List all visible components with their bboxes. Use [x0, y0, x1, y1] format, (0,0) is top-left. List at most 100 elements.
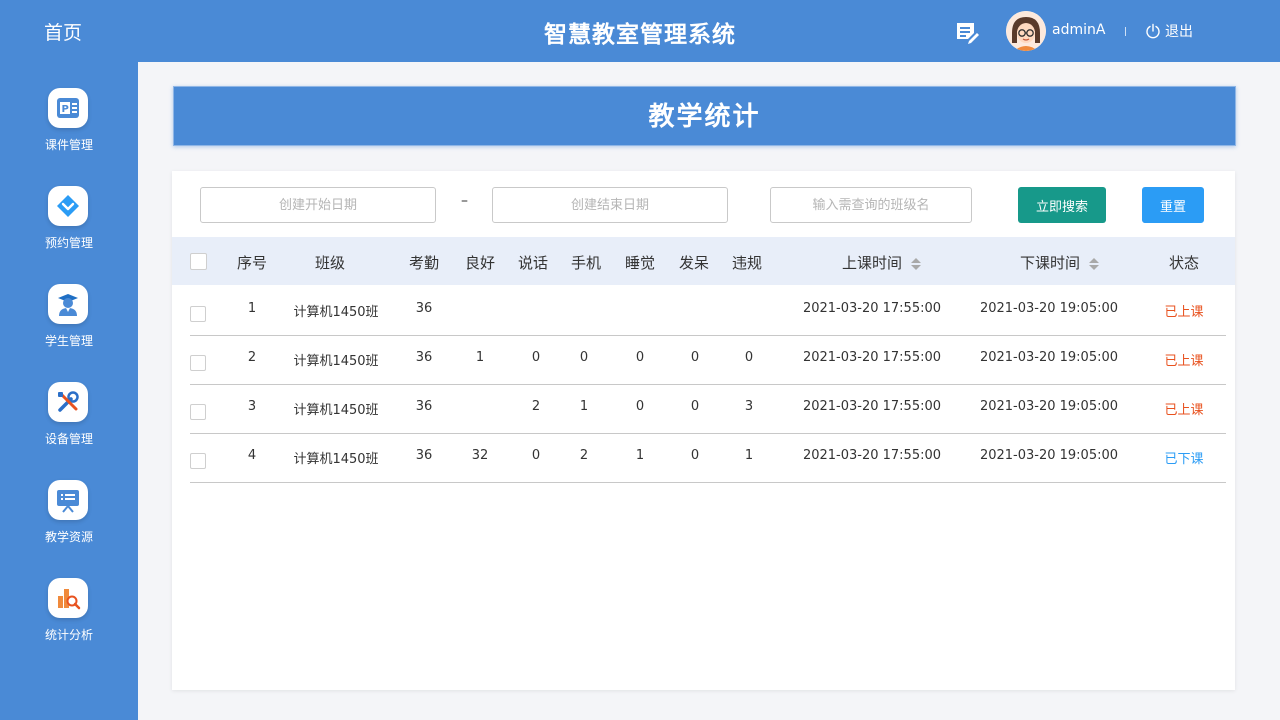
header-talking: 说话: [517, 254, 548, 272]
row-checkbox[interactable]: [190, 306, 206, 322]
sidebar: P 课件管理 预约管理 学生管理 设备管理 教学资源 统计分析: [0, 62, 138, 720]
table-row: 3 计算机1450班 36 2 1 0 0 3 2021-03-20 17:55:00 2021-…: [190, 385, 1226, 434]
cell-status: 已上课: [1164, 305, 1204, 320]
reservation-icon: [48, 186, 88, 226]
sort-icon[interactable]: [1088, 256, 1100, 272]
sidebar-item-courseware[interactable]: P 课件管理: [0, 88, 138, 166]
table-row: 4 计算机1450班 36 32 0 2 1 0 1 2021-03-20 17:55:00 202…: [190, 434, 1226, 483]
cell-start-time: 2021-03-20 17:55:00: [802, 301, 942, 316]
date-separator: –: [461, 193, 468, 209]
class-search-input[interactable]: [770, 187, 972, 223]
cell-start-time: 2021-03-20 17:55:00: [802, 448, 942, 463]
cell-class: 计算机1450班: [293, 452, 379, 467]
cell-talking: 0: [531, 448, 541, 463]
cell-attendance: 36: [415, 301, 433, 316]
top-bar: 首页 智慧教室管理系统 adminA 退出: [0, 0, 1280, 62]
reset-button[interactable]: 重置: [1142, 187, 1204, 223]
header-start-time: 上课时间: [812, 252, 952, 273]
header-phone: 手机: [570, 254, 601, 272]
sidebar-item-label: 课件管理: [44, 138, 93, 152]
table-row: 2 计算机1450班 36 1 0 0 0 0 0 2021-03-20 17:55:00 2021…: [190, 336, 1226, 385]
sidebar-item-label: 设备管理: [44, 432, 93, 446]
cell-end-time: 2021-03-20 19:05:00: [979, 350, 1119, 365]
row-checkbox[interactable]: [190, 404, 206, 420]
end-date-input[interactable]: [492, 187, 728, 223]
header-index: 序号: [236, 254, 267, 272]
cell-phone: 1: [579, 399, 589, 414]
cell-violation: 1: [744, 448, 754, 463]
sidebar-item-label: 预约管理: [44, 236, 93, 250]
cell-sleeping: 0: [635, 399, 645, 414]
header-end-time-label: 下课时间: [1019, 254, 1080, 272]
page-title: 教学统计: [173, 86, 1236, 146]
header-violation: 违规: [731, 254, 762, 272]
user-avatar-icon: [1006, 11, 1046, 51]
header-sleeping: 睡觉: [624, 254, 655, 272]
cell-attendance: 36: [415, 350, 433, 365]
cell-index: 4: [247, 448, 257, 463]
cell-end-time: 2021-03-20 19:05:00: [979, 399, 1119, 414]
cell-start-time: 2021-03-20 17:55:00: [802, 399, 942, 414]
header-end-time: 下课时间: [990, 252, 1130, 273]
cell-status: 已上课: [1164, 403, 1204, 418]
header-good: 良好: [464, 254, 495, 272]
student-icon: [48, 284, 88, 324]
cell-end-time: 2021-03-20 19:05:00: [979, 448, 1119, 463]
cell-index: 3: [247, 399, 257, 414]
cell-talking: 0: [531, 350, 541, 365]
cell-class: 计算机1450班: [293, 403, 379, 418]
cell-good: 32: [471, 448, 489, 463]
sidebar-item-device[interactable]: 设备管理: [0, 382, 138, 460]
header-status: 状态: [1168, 254, 1199, 272]
sort-icon[interactable]: [910, 256, 922, 272]
logout-label: 退出: [1165, 24, 1193, 40]
header-divider: [1125, 27, 1126, 36]
start-date-input[interactable]: [200, 187, 436, 223]
cell-sleeping: 1: [635, 448, 645, 463]
edit-note-icon[interactable]: [954, 20, 980, 46]
cell-start-time: 2021-03-20 17:55:00: [802, 350, 942, 365]
username: adminA: [1052, 22, 1106, 38]
teaching-resource-icon: [48, 480, 88, 520]
avatar[interactable]: [1006, 11, 1046, 51]
select-all-checkbox[interactable]: [190, 253, 207, 270]
header-start-time-label: 上课时间: [841, 254, 902, 272]
cell-violation: 0: [744, 350, 754, 365]
cell-good: 1: [475, 350, 485, 365]
cell-index: 2: [247, 350, 257, 365]
row-checkbox[interactable]: [190, 355, 206, 371]
cell-violation: 3: [744, 399, 754, 414]
cell-phone: 0: [579, 350, 589, 365]
sidebar-item-label: 学生管理: [44, 334, 93, 348]
header-attendance: 考勤: [408, 254, 439, 272]
cell-daze: 0: [690, 350, 700, 365]
cell-attendance: 36: [415, 399, 433, 414]
header-daze: 发呆: [678, 254, 709, 272]
sidebar-item-statistics[interactable]: 统计分析: [0, 578, 138, 656]
sidebar-item-resources[interactable]: 教学资源: [0, 480, 138, 558]
row-checkbox[interactable]: [190, 453, 206, 469]
statistics-icon: [48, 578, 88, 618]
logout-button[interactable]: 退出: [1145, 21, 1193, 41]
cell-daze: 0: [690, 448, 700, 463]
statistics-panel: – 立即搜索 重置 序号 班级 考勤 良好 说话 手机 睡觉 发呆 违规 上课时…: [172, 171, 1235, 690]
sidebar-item-label: 统计分析: [44, 628, 93, 642]
header-class: 班级: [314, 254, 345, 272]
table-row: 1 计算机1450班 36 2021-03-20 17:55:00 2021-03-20…: [190, 287, 1226, 336]
cell-daze: 0: [690, 399, 700, 414]
sidebar-item-reservation[interactable]: 预约管理: [0, 186, 138, 264]
cell-sleeping: 0: [635, 350, 645, 365]
cell-class: 计算机1450班: [293, 354, 379, 369]
power-icon: [1146, 23, 1160, 39]
device-tools-icon: [48, 382, 88, 422]
cell-index: 1: [247, 301, 257, 316]
sidebar-item-student[interactable]: 学生管理: [0, 284, 138, 362]
table-header: 序号 班级 考勤 良好 说话 手机 睡觉 发呆 违规 上课时间 下课时间 状态: [172, 237, 1235, 285]
cell-phone: 2: [579, 448, 589, 463]
courseware-icon: P: [48, 88, 88, 128]
cell-status: 已上课: [1164, 354, 1204, 369]
sidebar-item-label: 教学资源: [44, 530, 93, 544]
search-button[interactable]: 立即搜索: [1018, 187, 1106, 223]
cell-class: 计算机1450班: [293, 305, 379, 320]
cell-end-time: 2021-03-20 19:05:00: [979, 301, 1119, 316]
